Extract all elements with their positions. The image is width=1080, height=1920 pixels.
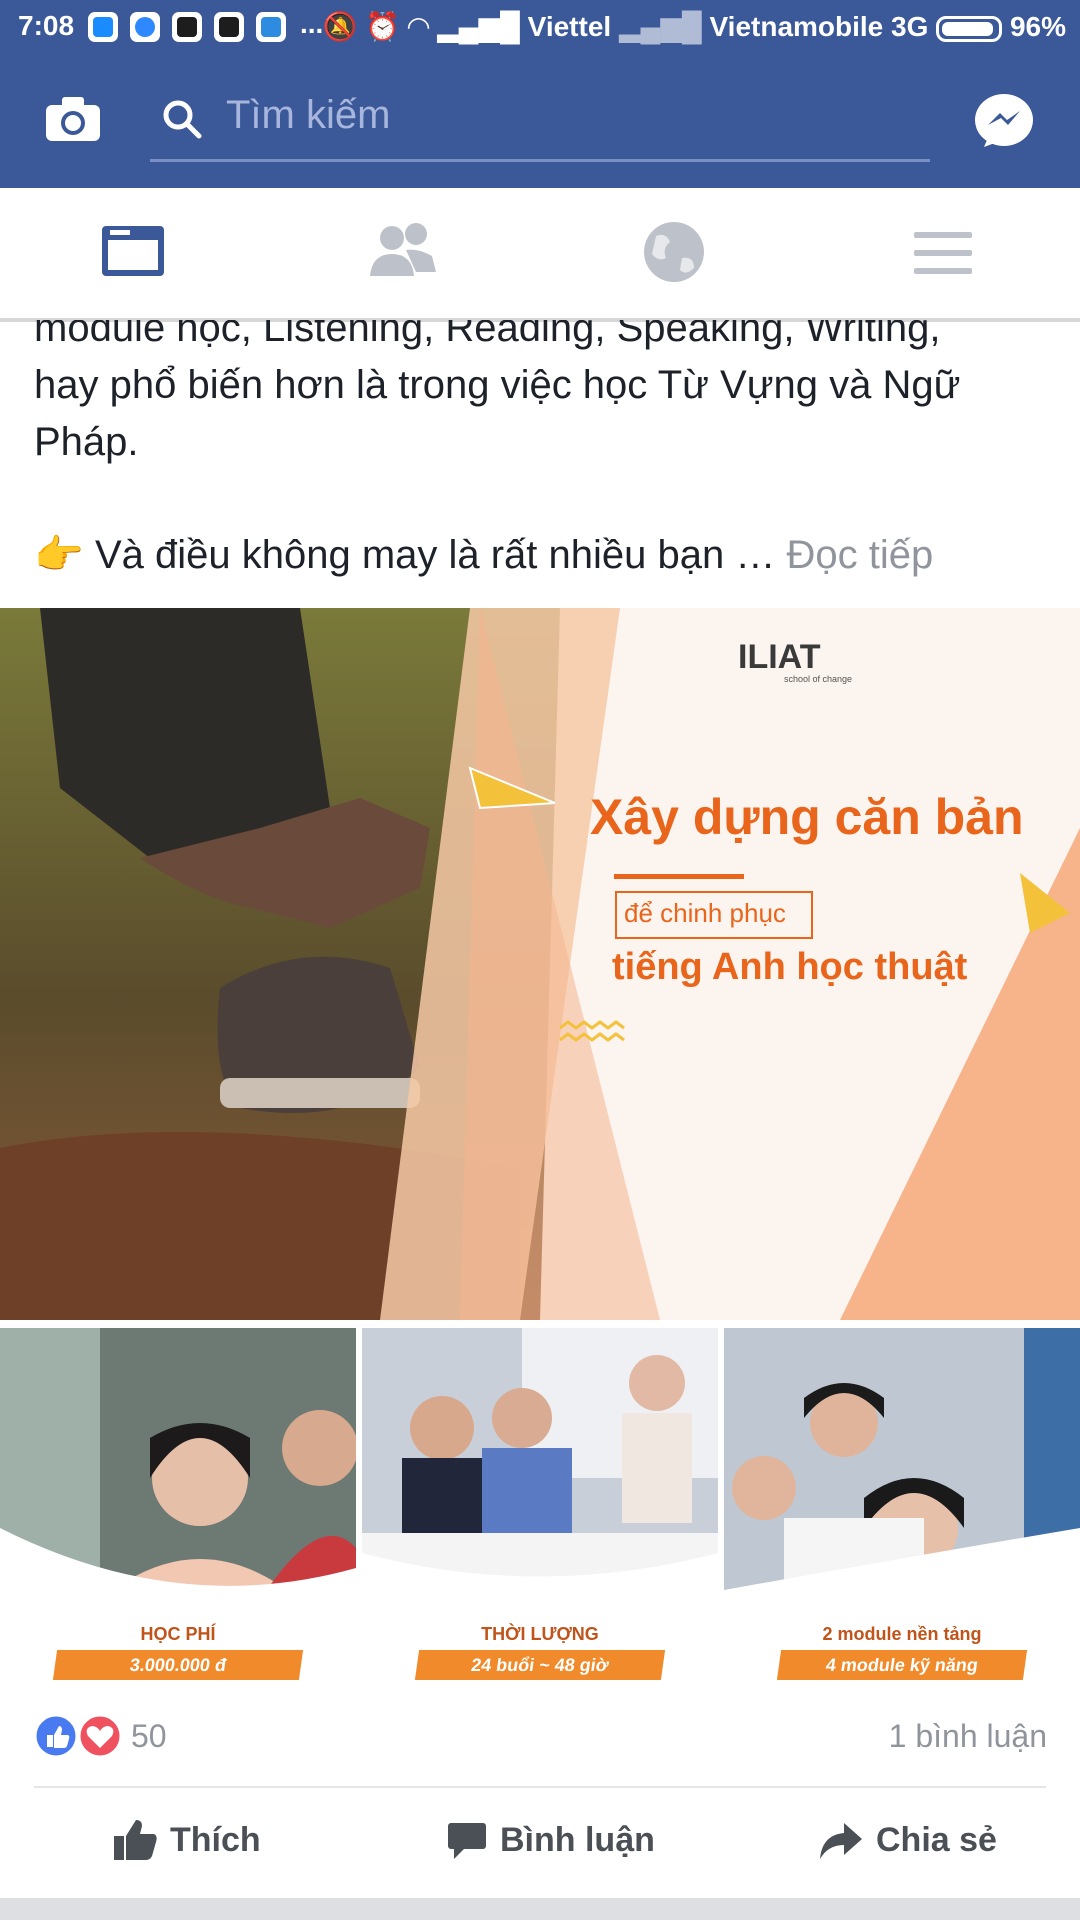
like-label: Thích [170, 1820, 261, 1859]
battery-icon [936, 15, 1003, 42]
comment-count[interactable]: 1 bình luận [889, 1718, 1047, 1755]
photo-thumbnail[interactable]: HỌC PHÍ 3.000.000 đ [0, 1328, 356, 1680]
reactions-bar[interactable]: 50 1 bình luận [0, 1700, 1080, 1780]
read-more-link[interactable]: Đọc tiếp [786, 533, 933, 577]
status-time: 7:08 [18, 10, 75, 41]
feed-separator [0, 1898, 1080, 1920]
comment-icon [448, 1823, 486, 1859]
classroom-photo [0, 1328, 356, 1600]
post-banner-image[interactable]: ILIAT school of change Xây dựng căn bản … [0, 608, 1080, 1320]
zalo-icon [88, 12, 118, 42]
signal-icon: ▂▄▆█ [437, 11, 520, 42]
status-bar: 7:08 ... 🔕 ⏰ ◠ ▂▄▆█ Viettel ▂▄▆█ Vietnam… [0, 0, 1080, 55]
classroom-photo [362, 1328, 718, 1600]
thumb-value: 4 module kỹ năng [776, 1650, 1028, 1680]
search-input[interactable]: Tìm kiếm [226, 93, 390, 138]
camera-icon[interactable] [44, 95, 102, 143]
share-button[interactable]: Chia sẻ [818, 1800, 997, 1880]
banner-subbox: để chinh phục [624, 898, 786, 928]
post-text: module học, Listening, Reading, Speaking… [34, 300, 1054, 584]
globe-icon[interactable] [636, 218, 716, 288]
reaction-icons [34, 1714, 123, 1759]
tab-news-feed-icon[interactable] [96, 218, 176, 288]
status-right: 🔕 ⏰ ◠ ▂▄▆█ Viettel ▂▄▆█ Vietnamobile 3G … [322, 10, 1066, 43]
battery-percent: 96% [1009, 11, 1066, 42]
app-notification-icon [172, 12, 202, 42]
carrier-2: Vietnamobile 3G [709, 11, 929, 42]
thumb-caption: 2 module nền tảng [822, 1624, 982, 1644]
post-line: module học, Listening, Reading, Speaking… [34, 306, 941, 350]
carrier-1: Viettel [527, 11, 612, 42]
classroom-photo [724, 1328, 1080, 1600]
pointing-hand-icon: 👉 [34, 533, 84, 577]
post-line: Pháp. [34, 420, 139, 464]
photo-thumbnail[interactable]: 2 module nền tảng 4 module kỹ năng [724, 1328, 1080, 1680]
thumb-value: 24 buổi ~ 48 giờ [414, 1650, 666, 1680]
photo-thumbnail[interactable]: THỜI LƯỢNG 24 buổi ~ 48 giờ [362, 1328, 718, 1680]
messenger-notification-icon [130, 12, 160, 42]
logo-tagline: school of change [784, 674, 853, 684]
share-label: Chia sẻ [876, 1820, 997, 1859]
more-notifications: ... [300, 8, 324, 39]
app-header: Tìm kiếm [0, 55, 1080, 188]
thumbs-up-icon [114, 1820, 157, 1860]
comment-button[interactable]: Bình luận [446, 1800, 655, 1880]
wifi-icon: ◠ [407, 11, 430, 42]
thumb-caption: HỌC PHÍ [140, 1624, 216, 1644]
search-underline [150, 159, 930, 162]
divider [34, 1786, 1046, 1788]
mute-icon: 🔕 [322, 11, 358, 42]
banner-subhead: tiếng Anh học thuật [612, 946, 968, 988]
menu-icon[interactable] [906, 218, 986, 288]
search-icon [163, 100, 202, 139]
post-line: hay phổ biến hơn là trong việc học Từ Vự… [34, 363, 961, 407]
thumb-caption: THỜI LƯỢNG [481, 1624, 599, 1644]
share-arrow-icon [820, 1823, 862, 1859]
iliat-logo: ILIAT [738, 638, 821, 676]
mi-icon [256, 12, 286, 42]
thumb-value: 3.000.000 đ [52, 1650, 304, 1680]
alarm-icon: ⏰ [365, 11, 401, 42]
reaction-count[interactable]: 50 [131, 1718, 167, 1755]
app-notification-icon [214, 12, 244, 42]
signal-icon-2: ▂▄▆█ [618, 11, 702, 42]
comment-label: Bình luận [500, 1820, 655, 1859]
friends-icon[interactable] [366, 218, 446, 288]
banner-headline: Xây dựng căn bản [590, 789, 1024, 845]
nav-divider [0, 318, 1080, 320]
post-line: Và điều không may là rất nhiều bạn … [94, 533, 787, 577]
messenger-icon[interactable] [974, 93, 1034, 151]
like-button[interactable]: Thích [112, 1800, 261, 1880]
